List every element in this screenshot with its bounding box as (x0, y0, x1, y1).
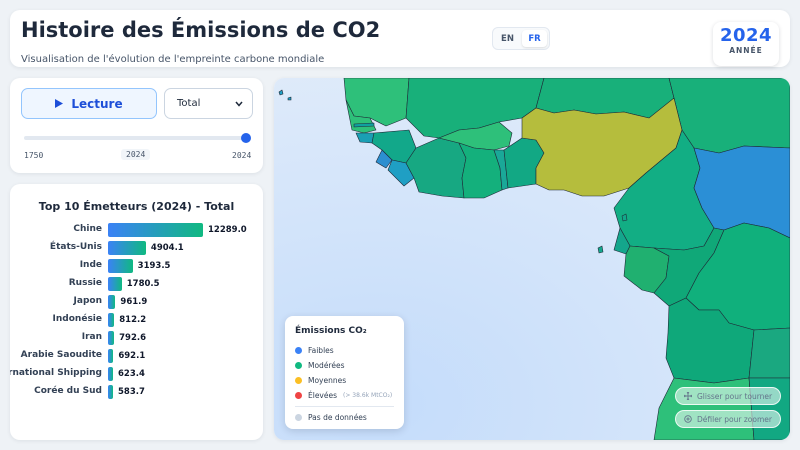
ranking-value: 4904.1 (150, 243, 184, 253)
ranking-value: 1780.5 (126, 279, 160, 289)
ranking-row[interactable]: Indonésie 812.2 (10, 312, 263, 328)
metric-select-value: Total (177, 98, 201, 109)
ranking-bar (108, 349, 114, 363)
drag-hint: Glisser pour tourner (675, 387, 782, 405)
play-icon (55, 99, 64, 108)
ranking-country-name: Arabie Saoudite (20, 350, 102, 360)
ranking-value: 12289.0 (208, 225, 247, 235)
ranking-bar (108, 241, 146, 255)
ranking-value: 3193.5 (137, 261, 171, 271)
header-card: Histoire des Émissions de CO2 Visualisat… (10, 10, 790, 67)
ranking-value: 961.9 (120, 297, 148, 307)
legend-item: Élevées (> 38.6k MtCO₂) (295, 389, 392, 401)
slider-current-label: 2024 (121, 149, 151, 160)
ranking-value: 583.7 (118, 387, 145, 397)
legend-item: Moyennes (295, 374, 346, 386)
legend-item: Faibles (295, 344, 334, 356)
legend-label: Pas de données (308, 412, 367, 422)
lang-fr-button[interactable]: FR (522, 30, 547, 47)
play-button-label: Lecture (71, 96, 123, 111)
chevron-down-icon (235, 101, 243, 107)
ranking-row[interactable]: Corée du Sud 583.7 (10, 384, 263, 400)
country-gambia[interactable] (353, 122, 375, 128)
legend-label: Modérées (308, 360, 345, 370)
legend-dot-no-data (295, 413, 302, 421)
ranking-bar (108, 259, 133, 273)
ranking-bar (108, 385, 113, 399)
year-value: 2024 (719, 25, 773, 46)
legend-dot-low (295, 346, 302, 354)
zoom-icon (684, 415, 692, 423)
year-display: 2024 ANNÉE (713, 22, 779, 66)
ranking-bar (108, 277, 122, 291)
legend-item: Pas de données (295, 411, 367, 423)
ranking-country-name: Chine (73, 224, 102, 234)
ranking-title: Top 10 Émetteurs (2024) - Total (38, 200, 235, 213)
ranking-country-name: Indonésie (52, 314, 102, 324)
year-slider-thumb[interactable] (241, 133, 251, 143)
legend-label: Moyennes (308, 375, 347, 385)
language-switch: EN FR (492, 27, 550, 50)
ranking-row[interactable]: Iran 792.6 (10, 330, 263, 346)
play-button[interactable]: Lecture (21, 88, 157, 119)
ranking-value: 812.2 (119, 315, 147, 325)
zoom-hint: Défiler pour zoomer (675, 410, 781, 428)
metric-select[interactable]: Total (164, 88, 253, 119)
page-subtitle: Visualisation de l'évolution de l'emprei… (21, 54, 325, 65)
zoom-hint-label: Défiler pour zoomer (697, 414, 772, 424)
slider-min-label: 1750 (24, 151, 44, 160)
ranking-country-name: Corée du Sud (34, 386, 102, 396)
map-panel[interactable]: Émissions CO₂ Faibles Modérées Moyennes … (274, 78, 790, 440)
ranking-bar (108, 223, 203, 237)
legend-dot-medium (295, 376, 302, 384)
lang-en-button[interactable]: EN (495, 30, 520, 47)
legend-title: Émissions CO₂ (295, 326, 367, 336)
ranking-country-name: International Shipping (10, 368, 102, 378)
legend-item: Modérées (295, 359, 345, 371)
ranking-row[interactable]: International Shipping 623.4 (10, 366, 263, 382)
legend-label: Faibles (308, 345, 334, 355)
ranking-country-name: États-Unis (49, 242, 102, 252)
ranking-value: 792.6 (119, 333, 147, 343)
ranking-row[interactable]: Japon 961.9 (10, 294, 263, 310)
slider-max-label: 2024 (232, 151, 252, 160)
ranking-bar (108, 313, 115, 327)
ranking-row[interactable]: Chine 12289.0 (10, 222, 263, 238)
ranking-row[interactable]: Inde 3193.5 (10, 258, 263, 274)
ranking-country-name: Russie (68, 278, 102, 288)
ranking-country-name: Inde (79, 260, 102, 270)
country-niger[interactable] (535, 78, 675, 119)
controls-card: Lecture Total 1750 2024 2024 (10, 78, 263, 173)
ranking-row[interactable]: États-Unis 4904.1 (10, 240, 263, 256)
legend-divider (295, 406, 394, 407)
legend-note: (> 38.6k MtCO₂) (343, 391, 393, 399)
legend-dot-moderate (295, 361, 302, 369)
ranking-value: 692.1 (118, 351, 146, 361)
move-icon (684, 392, 692, 400)
drag-hint-label: Glisser pour tourner (697, 391, 773, 401)
ranking-card: Top 10 Émetteurs (2024) - Total Chine 122… (10, 184, 263, 440)
year-label: ANNÉE (729, 46, 763, 55)
ranking-country-name: Japon (73, 296, 102, 306)
ranking-row[interactable]: Arabie Saoudite 692.1 (10, 348, 263, 364)
ranking-bar (108, 295, 116, 309)
legend-dot-high (295, 391, 302, 399)
ranking-bar (108, 331, 115, 345)
page-title: Histoire des Émissions de CO2 (21, 18, 381, 42)
year-slider[interactable] (24, 133, 251, 143)
country-zambia[interactable] (748, 327, 790, 379)
map-legend: Émissions CO₂ Faibles Modérées Moyennes … (285, 316, 404, 429)
ranking-bar (108, 367, 113, 381)
legend-label: Élevées (308, 390, 338, 400)
ranking-row[interactable]: Russie 1780.5 (10, 276, 263, 292)
ranking-value: 623.4 (118, 369, 145, 379)
ranking-country-name: Iran (81, 332, 102, 342)
